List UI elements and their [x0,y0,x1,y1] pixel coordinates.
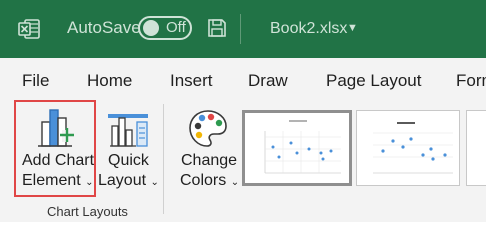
chevron-down-icon[interactable]: ▼ [347,22,358,34]
quick-layout-icon [108,114,148,147]
chevron-down-icon: ⌄ [230,177,240,188]
highlight-box [14,100,96,197]
change-colors-label-line1: Change [181,152,238,169]
toggle-knob [143,20,159,36]
chart-style-2-thumbnail [373,122,453,174]
chart-style-1-thumbnail [264,120,341,174]
tab-formulas[interactable]: Form [456,71,486,91]
change-colors-label-line2: Colors ⌄ [180,172,240,189]
save-icon[interactable] [206,17,228,39]
title-separator [240,14,241,44]
chart-style-2[interactable] [356,110,460,186]
tab-draw[interactable]: Draw [248,71,288,91]
palette-icon [189,110,227,147]
ribbon-tabs: File Home Insert Draw Page Layout Form [0,58,486,100]
group-label-chart-layouts: Chart Layouts [47,204,128,219]
file-name[interactable]: Book2.xlsx [270,20,347,38]
autosave-label: AutoSave [67,18,141,37]
chart-style-3[interactable] [466,110,486,186]
group-separator [163,104,164,214]
quick-layout-label-line2: Layout ⌄ [98,172,159,189]
chevron-down-icon: ⌄ [150,177,159,188]
title-bar: AutoSave Off Book2.xlsx ▼ [0,0,486,58]
tab-home[interactable]: Home [87,71,132,91]
toggle-state: Off [166,19,186,36]
tab-file[interactable]: File [22,71,49,91]
excel-icon[interactable] [18,18,40,40]
autosave-toggle[interactable]: Off [138,16,192,40]
tab-page-layout[interactable]: Page Layout [326,71,421,91]
chart-style-1[interactable] [242,110,352,186]
tab-insert[interactable]: Insert [170,71,213,91]
quick-layout-label-line1: Quick [108,152,149,169]
